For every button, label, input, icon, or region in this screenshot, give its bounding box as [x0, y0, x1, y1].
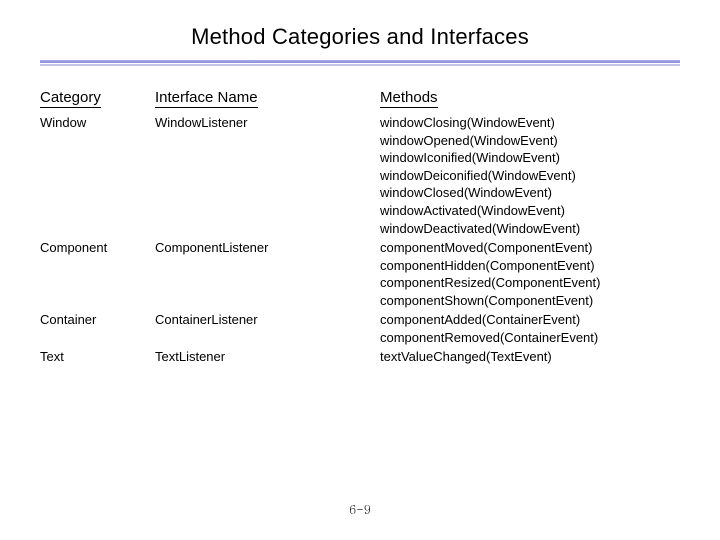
method-item: windowOpened(WindowEvent) — [380, 132, 680, 150]
header-methods: Methods — [380, 88, 680, 114]
header-interface: Interface Name — [155, 88, 380, 114]
method-item: componentAdded(ContainerEvent) — [380, 311, 680, 329]
cell-methods: componentMoved(ComponentEvent) component… — [380, 239, 680, 311]
method-item: componentShown(ComponentEvent) — [380, 292, 680, 310]
cell-methods: componentAdded(ContainerEvent) component… — [380, 311, 680, 348]
cell-methods: windowClosing(WindowEvent) windowOpened(… — [380, 114, 680, 239]
cell-interface: WindowListener — [155, 114, 380, 134]
header-category: Category — [40, 88, 155, 114]
method-item: windowIconified(WindowEvent) — [380, 149, 680, 167]
method-item: windowClosed(WindowEvent) — [380, 184, 680, 202]
slide: Method Categories and Interfaces Categor… — [0, 0, 720, 540]
page-number: 6-9 — [0, 501, 720, 518]
cell-category: Component — [40, 239, 155, 259]
cell-interface: ComponentListener — [155, 239, 380, 259]
cell-category: Window — [40, 114, 155, 134]
categories-table: Category Interface Name Methods Window W… — [40, 88, 680, 368]
title-rule — [40, 60, 680, 66]
method-item: componentResized(ComponentEvent) — [380, 274, 680, 292]
method-item: windowClosing(WindowEvent) — [380, 114, 680, 132]
method-item: componentHidden(ComponentEvent) — [380, 257, 680, 275]
method-item: componentRemoved(ContainerEvent) — [380, 329, 680, 347]
method-item: windowActivated(WindowEvent) — [380, 202, 680, 220]
cell-category: Text — [40, 348, 155, 368]
method-item: windowDeactivated(WindowEvent) — [380, 220, 680, 238]
method-item: componentMoved(ComponentEvent) — [380, 239, 680, 257]
cell-interface: ContainerListener — [155, 311, 380, 331]
method-item: textValueChanged(TextEvent) — [380, 348, 680, 366]
slide-title: Method Categories and Interfaces — [40, 24, 680, 50]
method-item: windowDeiconified(WindowEvent) — [380, 167, 680, 185]
cell-interface: TextListener — [155, 348, 380, 368]
cell-category: Container — [40, 311, 155, 331]
cell-methods: textValueChanged(TextEvent) — [380, 348, 680, 368]
